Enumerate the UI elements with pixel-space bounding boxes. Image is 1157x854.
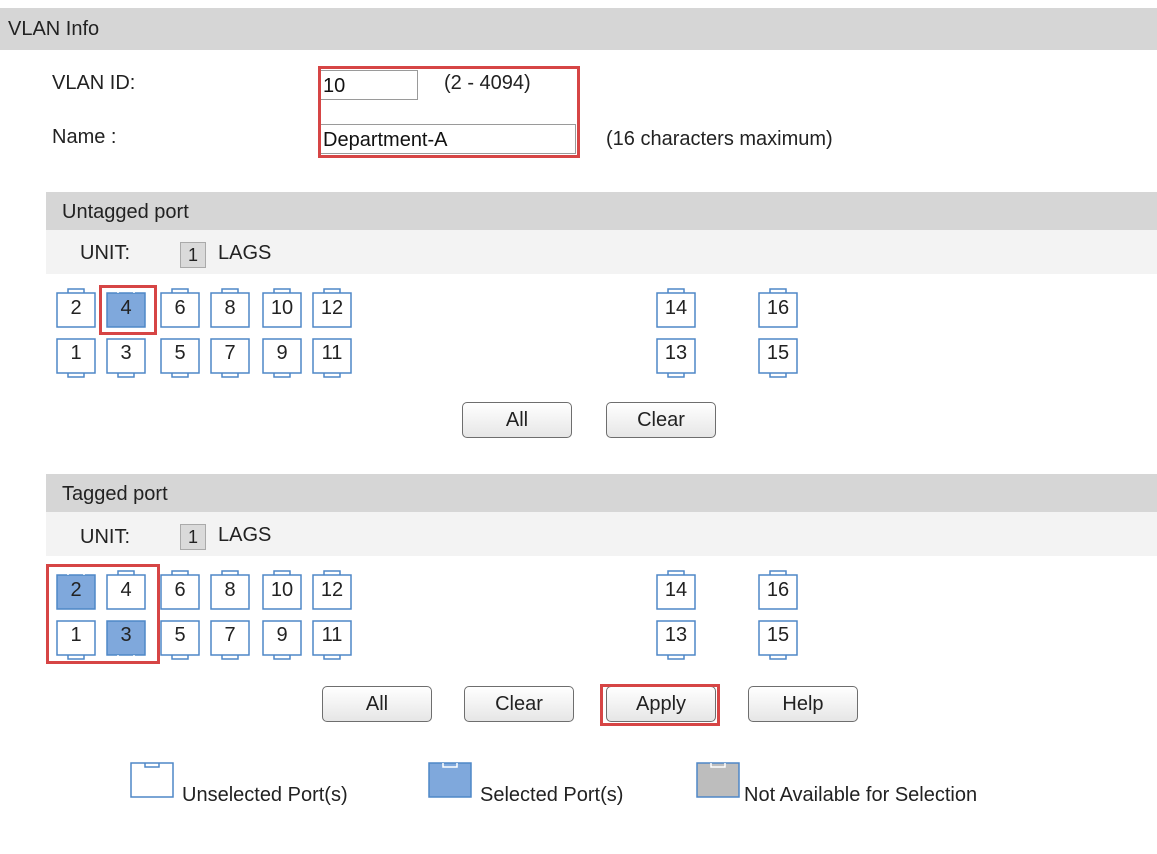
- tagged-port-4[interactable]: 4: [106, 570, 146, 610]
- selected-port-legend-icon: [428, 762, 472, 798]
- vlan-id-range-hint: (2 - 4094): [444, 72, 531, 94]
- tagged-port-15[interactable]: 15: [758, 620, 798, 660]
- tagged-port-12[interactable]: 12: [312, 570, 352, 610]
- port-number-label: 16: [766, 579, 790, 601]
- port-number-label: 12: [320, 579, 344, 601]
- untagged-port-1[interactable]: 1: [56, 338, 96, 378]
- vlan-name-hint: (16 characters maximum): [606, 128, 833, 150]
- vlan-name-input[interactable]: Department-A: [320, 124, 576, 154]
- port-number-label: 6: [174, 579, 186, 601]
- tagged-port-5[interactable]: 5: [160, 620, 200, 660]
- tagged-port-3[interactable]: 3: [106, 620, 146, 660]
- port-number-label: 4: [120, 579, 132, 601]
- tagged-unit-row: [46, 512, 1157, 556]
- port-number-label: 15: [766, 624, 790, 646]
- port-number-label: 8: [224, 579, 236, 601]
- port-number-label: 11: [321, 624, 343, 646]
- port-number-label: 4: [120, 297, 132, 319]
- untagged-port-11[interactable]: 11: [312, 338, 352, 378]
- tagged-lags-link[interactable]: LAGS: [218, 524, 271, 547]
- port-number-label: 5: [174, 624, 186, 646]
- tagged-port-header: [46, 474, 1157, 512]
- vlan-id-input[interactable]: 10: [320, 70, 418, 100]
- legend-unavailable-label: Not Available for Selection: [744, 784, 978, 806]
- untagged-unit-label: UNIT:: [80, 242, 130, 264]
- tagged-unit-label: UNIT:: [80, 526, 130, 548]
- port-number-label: 6: [174, 297, 186, 319]
- port-number-label: 10: [270, 579, 294, 601]
- vlan-id-label: VLAN ID:: [52, 72, 136, 94]
- untagged-all-button[interactable]: All: [462, 402, 572, 438]
- tagged-port-9[interactable]: 9: [262, 620, 302, 660]
- port-number-label: 5: [174, 342, 186, 364]
- unselected-port-legend-icon: [130, 762, 174, 798]
- untagged-port-15[interactable]: 15: [758, 338, 798, 378]
- vlan-name-label: Name :: [52, 126, 117, 148]
- untagged-port-14[interactable]: 14: [656, 288, 696, 328]
- untagged-port-3[interactable]: 3: [106, 338, 146, 378]
- untagged-port-8[interactable]: 8: [210, 288, 250, 328]
- tagged-port-8[interactable]: 8: [210, 570, 250, 610]
- port-number-label: 14: [664, 297, 688, 319]
- untagged-port-13[interactable]: 13: [656, 338, 696, 378]
- tagged-port-16[interactable]: 16: [758, 570, 798, 610]
- port-number-label: 2: [70, 297, 82, 319]
- port-number-label: 3: [120, 624, 132, 646]
- tagged-unit-selector[interactable]: 1: [180, 524, 206, 550]
- tagged-port-13[interactable]: 13: [656, 620, 696, 660]
- port-number-label: 9: [276, 624, 288, 646]
- untagged-port-title: Untagged port: [62, 201, 189, 223]
- port-number-label: 14: [664, 579, 688, 601]
- port-number-label: 15: [766, 342, 790, 364]
- tagged-port-1[interactable]: 1: [56, 620, 96, 660]
- port-number-label: 7: [224, 342, 236, 364]
- untagged-port-10[interactable]: 10: [262, 288, 302, 328]
- port-number-label: 16: [766, 297, 790, 319]
- tagged-port-title: Tagged port: [62, 483, 168, 505]
- untagged-clear-button[interactable]: Clear: [606, 402, 716, 438]
- untagged-port-5[interactable]: 5: [160, 338, 200, 378]
- port-number-label: 2: [70, 579, 82, 601]
- tagged-port-10[interactable]: 10: [262, 570, 302, 610]
- vlan-info-title: VLAN Info: [8, 18, 100, 40]
- tagged-port-6[interactable]: 6: [160, 570, 200, 610]
- port-number-label: 12: [320, 297, 344, 319]
- port-number-label: 11: [321, 342, 343, 364]
- untagged-port-9[interactable]: 9: [262, 338, 302, 378]
- tagged-clear-button[interactable]: Clear: [464, 686, 574, 722]
- port-number-label: 1: [70, 624, 82, 646]
- vlan-info-header: [0, 8, 1157, 50]
- legend-unselected-label: Unselected Port(s): [182, 784, 348, 806]
- port-number-label: 9: [276, 342, 288, 364]
- tagged-port-11[interactable]: 11: [312, 620, 352, 660]
- tagged-port-7[interactable]: 7: [210, 620, 250, 660]
- untagged-port-6[interactable]: 6: [160, 288, 200, 328]
- untagged-port-7[interactable]: 7: [210, 338, 250, 378]
- port-number-label: 8: [224, 297, 236, 319]
- port-number-label: 10: [270, 297, 294, 319]
- untagged-port-4[interactable]: 4: [106, 288, 146, 328]
- apply-button[interactable]: Apply: [606, 686, 716, 722]
- untagged-unit-selector[interactable]: 1: [180, 242, 206, 268]
- legend-selected-label: Selected Port(s): [480, 784, 624, 806]
- untagged-port-12[interactable]: 12: [312, 288, 352, 328]
- untagged-port-2[interactable]: 2: [56, 288, 96, 328]
- untagged-lags-link[interactable]: LAGS: [218, 242, 271, 265]
- port-number-label: 13: [664, 624, 688, 646]
- port-number-label: 3: [120, 342, 132, 364]
- untagged-port-header: [46, 192, 1157, 230]
- tagged-port-14[interactable]: 14: [656, 570, 696, 610]
- port-number-label: 13: [664, 342, 688, 364]
- unavailable-port-legend-icon: [696, 762, 740, 798]
- help-button[interactable]: Help: [748, 686, 858, 722]
- port-number-label: 7: [224, 624, 236, 646]
- tagged-port-2[interactable]: 2: [56, 570, 96, 610]
- untagged-port-16[interactable]: 16: [758, 288, 798, 328]
- tagged-all-button[interactable]: All: [322, 686, 432, 722]
- port-number-label: 1: [70, 342, 82, 364]
- untagged-unit-row: [46, 230, 1157, 274]
